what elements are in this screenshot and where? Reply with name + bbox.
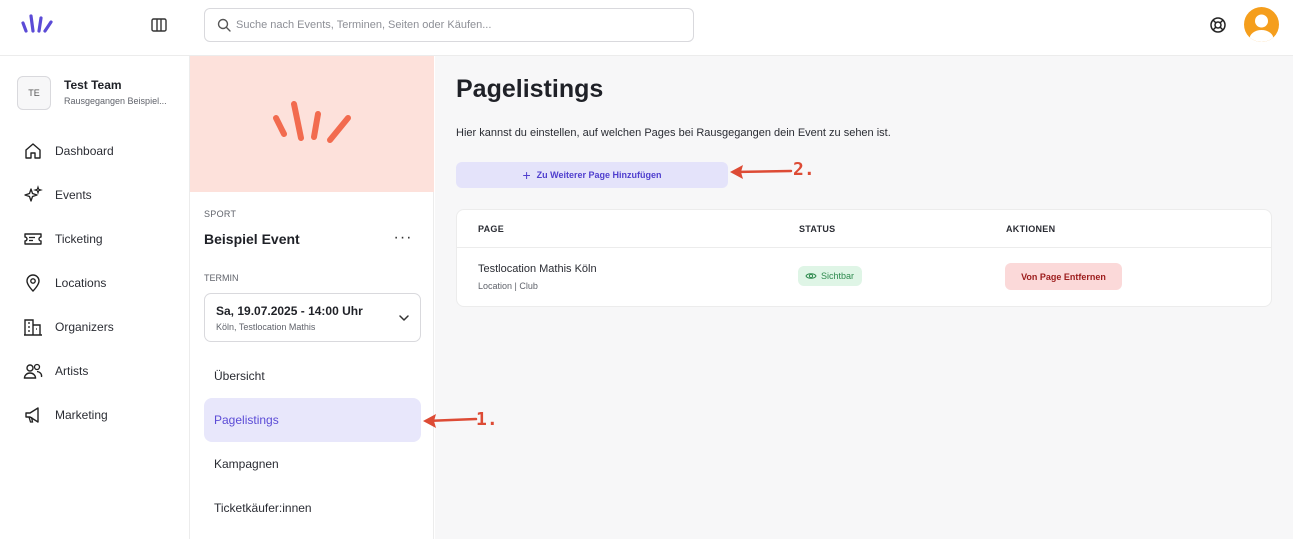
- termin-date: Sa, 19.07.2025 - 14:00 Uhr: [216, 304, 363, 318]
- subnav-item-uebersicht[interactable]: Übersicht: [204, 354, 421, 398]
- users-icon: [23, 363, 43, 379]
- user-avatar[interactable]: [1244, 7, 1279, 42]
- event-subnav: Übersicht Pagelistings Kampagnen Ticketk…: [204, 354, 421, 530]
- search-bar: [204, 8, 694, 42]
- sparkles-icon: [24, 185, 43, 202]
- sidebar-item-label: Organizers: [55, 320, 114, 334]
- team-switcher[interactable]: TE Test Team Rausgegangen Beispiel...: [17, 74, 185, 114]
- annotation-arrow-2: [730, 165, 793, 179]
- search-input[interactable]: [236, 9, 676, 41]
- event-category: SPORT: [204, 209, 237, 219]
- event-panel: SPORT Beispiel Event ··· TERMIN Sa, 19.0…: [190, 56, 434, 539]
- page-description: Hier kannst du einstellen, auf welchen P…: [456, 127, 891, 139]
- sidebar-item-label: Locations: [55, 276, 107, 290]
- plus-icon: +: [522, 167, 531, 183]
- search-icon: [217, 18, 231, 32]
- page-name: Testlocation Mathis Köln: [478, 263, 597, 275]
- row-divider: [457, 247, 1271, 248]
- sidebar-item-label: Ticketing: [55, 232, 103, 246]
- page-type: Location | Club: [478, 281, 538, 291]
- sidebar-item-label: Artists: [55, 364, 89, 378]
- rausgegangen-logo-mark: [273, 101, 351, 143]
- sidebar-item-events[interactable]: Events: [0, 173, 190, 217]
- add-to-page-button[interactable]: + Zu Weiterer Page Hinzufügen: [456, 162, 728, 188]
- sidebar-item-label: Events: [55, 188, 92, 202]
- annotation-arrow-1: [423, 414, 478, 428]
- sidebar-item-label: Marketing: [55, 408, 108, 422]
- main-sidebar: TE Test Team Rausgegangen Beispiel... Da…: [0, 56, 190, 539]
- lifebuoy-icon[interactable]: [1209, 16, 1227, 34]
- termin-select[interactable]: Sa, 19.07.2025 - 14:00 Uhr Köln, Testloc…: [204, 293, 421, 342]
- annotation-label-1: 1.: [476, 409, 498, 430]
- sidebar-item-label: Dashboard: [55, 144, 114, 158]
- annotation-label-2: 2.: [793, 159, 815, 180]
- home-icon: [25, 143, 41, 159]
- status-label: Sichtbar: [821, 271, 855, 281]
- sidebar-item-dashboard[interactable]: Dashboard: [0, 129, 190, 173]
- sidebar-item-marketing[interactable]: Marketing: [0, 393, 190, 437]
- team-name: Test Team: [64, 78, 122, 92]
- top-bar: [0, 0, 1293, 56]
- columns-icon[interactable]: [150, 16, 168, 34]
- rausgegangen-logo[interactable]: [20, 12, 56, 38]
- remove-from-page-button[interactable]: Von Page Entfernen: [1005, 263, 1122, 290]
- eye-icon: [805, 273, 817, 279]
- ticket-icon: [24, 233, 42, 245]
- pagelistings-table: PAGE STATUS AKTIONEN Testlocation Mathis…: [456, 209, 1272, 307]
- termin-label: TERMIN: [204, 273, 239, 283]
- sidebar-item-organizers[interactable]: Organizers: [0, 305, 190, 349]
- sidebar-nav: Dashboard Events Ticketing Locations Org…: [0, 129, 190, 437]
- page-title: Pagelistings: [456, 75, 604, 103]
- building-icon: [24, 319, 42, 336]
- map-pin-icon: [26, 274, 40, 292]
- more-options-icon[interactable]: ···: [393, 228, 413, 248]
- sidebar-item-locations[interactable]: Locations: [0, 261, 190, 305]
- megaphone-icon: [25, 407, 39, 423]
- add-to-page-label: Zu Weiterer Page Hinzufügen: [536, 170, 662, 180]
- main-content: Pagelistings Hier kannst du einstellen, …: [435, 56, 1293, 539]
- termin-location: Köln, Testlocation Mathis: [216, 322, 316, 332]
- subnav-item-kampagnen[interactable]: Kampagnen: [204, 442, 421, 486]
- header-actions: AKTIONEN: [1006, 224, 1056, 234]
- sidebar-item-ticketing[interactable]: Ticketing: [0, 217, 190, 261]
- event-name: Beispiel Event: [204, 231, 300, 247]
- status-badge: Sichtbar: [798, 266, 863, 286]
- header-page: PAGE: [478, 224, 505, 234]
- team-badge: TE: [17, 76, 51, 110]
- subnav-item-ticketkaeufer[interactable]: Ticketkäufer:innen: [204, 486, 421, 530]
- header-status: STATUS: [799, 224, 836, 234]
- sidebar-item-artists[interactable]: Artists: [0, 349, 190, 393]
- team-subtitle: Rausgegangen Beispiel...: [64, 96, 167, 106]
- user-icon: [1249, 14, 1274, 42]
- subnav-item-pagelistings[interactable]: Pagelistings: [204, 398, 421, 442]
- event-hero-image: [190, 56, 434, 192]
- chevron-down-icon: [399, 315, 409, 321]
